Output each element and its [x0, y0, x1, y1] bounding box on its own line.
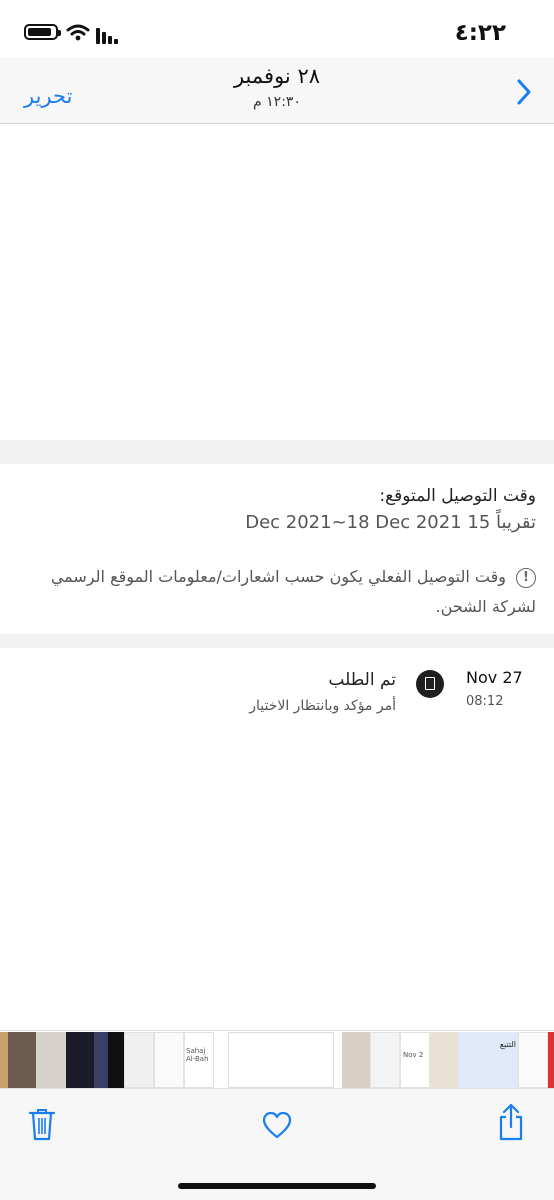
- home-indicator: [178, 1183, 376, 1189]
- delivery-range: تقريباً 15 Dec 2021~18 Dec 2021: [245, 512, 536, 533]
- nav-title: ٢٨ نوفمبر: [233, 64, 321, 88]
- chevron-right-icon[interactable]: [516, 78, 532, 106]
- thumbnail[interactable]: [518, 1032, 548, 1088]
- thumbnail[interactable]: [370, 1032, 400, 1088]
- thumbnail[interactable]: [94, 1032, 108, 1088]
- photo-content-area: [0, 124, 554, 440]
- thumbnail-text: التتبع: [499, 1040, 516, 1049]
- status-time: 08:12: [466, 694, 504, 709]
- clock: ٤:٢٢: [454, 20, 506, 46]
- thumbnail-selected[interactable]: [228, 1032, 334, 1088]
- thumbnail[interactable]: Sahaj Al-Bah: [184, 1032, 214, 1088]
- thumbnail[interactable]: [430, 1032, 458, 1088]
- thumbnail[interactable]: [458, 1032, 488, 1088]
- thumbnail[interactable]: [108, 1032, 124, 1088]
- share-icon[interactable]: [498, 1103, 524, 1141]
- thumbnail[interactable]: [548, 1032, 554, 1088]
- nav-subtitle: ١٢:٣٠ م: [253, 94, 301, 110]
- section-divider: [0, 440, 554, 464]
- thumbnail-text: Sahaj Al-Bah: [186, 1047, 209, 1063]
- thumbnail-strip[interactable]: Sahaj Al-Bah Nov 2 التتبع: [0, 1030, 554, 1089]
- status-bar: ٤:٢٢: [0, 0, 554, 58]
- status-date: Nov 27: [466, 668, 523, 687]
- status-title: تم الطلب: [328, 670, 396, 690]
- thumbnail-text: Nov 2: [403, 1051, 424, 1059]
- trash-icon[interactable]: [28, 1107, 56, 1141]
- thumbnail[interactable]: [342, 1032, 370, 1088]
- thumbnail[interactable]: [0, 1032, 8, 1088]
- status-description: أمر مؤكد وبانتظار الاختيار: [249, 698, 396, 714]
- thumbnail[interactable]: التتبع: [488, 1032, 518, 1088]
- order-status-row: Nov 27 08:12 تم الطلب أمر مؤكد وبانتظار …: [0, 648, 554, 738]
- delivery-note: وقت التوصيل الفعلي يكون حسب اشعارات/معلو…: [50, 567, 536, 616]
- delivery-heading: وقت التوصيل المتوقع:: [379, 486, 536, 506]
- bottom-toolbar: [0, 1088, 554, 1200]
- navigation-bar: تحرير ٢٨ نوفمبر ١٢:٣٠ م: [0, 58, 554, 124]
- delivery-info-section: وقت التوصيل المتوقع: تقريباً 15 Dec 2021…: [0, 464, 554, 634]
- section-divider: [0, 634, 554, 648]
- wifi-icon: [66, 24, 90, 41]
- thumbnail[interactable]: [36, 1032, 66, 1088]
- battery-icon: [24, 24, 61, 40]
- heart-icon[interactable]: [262, 1111, 292, 1139]
- thumbnail[interactable]: Nov 2: [400, 1032, 430, 1088]
- thumbnail[interactable]: [8, 1032, 36, 1088]
- delivery-note-wrapper: وقت التوصيل الفعلي يكون حسب اشعارات/معلو…: [38, 562, 536, 622]
- thumbnail[interactable]: [124, 1032, 154, 1088]
- order-document-icon: [416, 670, 444, 698]
- thumbnail[interactable]: [66, 1032, 94, 1088]
- cellular-signal-icon: [96, 26, 122, 44]
- thumbnail[interactable]: [154, 1032, 184, 1088]
